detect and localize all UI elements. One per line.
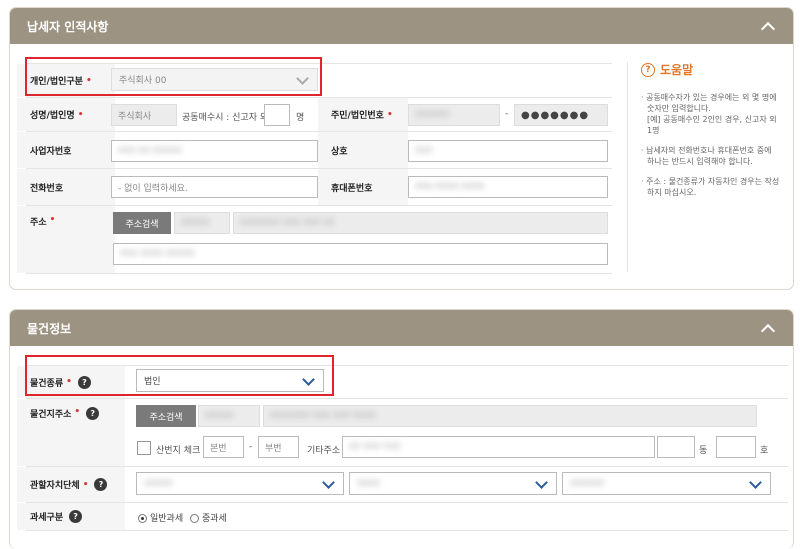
divider — [26, 273, 612, 274]
reg-front-input[interactable]: 000000 — [408, 104, 500, 126]
property-panel-title: 물건정보 — [27, 321, 72, 336]
other-address-input[interactable]: 00 000 000 — [342, 436, 655, 458]
biz-number-input[interactable]: 000-00-00000 — [111, 140, 318, 162]
biz-label: 사업자번호 — [17, 132, 115, 168]
reg-back-input[interactable]: ●●●●●●● — [514, 104, 608, 126]
heavy-tax-radio[interactable] — [190, 514, 199, 523]
highlight-box — [25, 57, 322, 96]
property-address-search-button[interactable]: 주소검색 — [136, 405, 196, 427]
general-tax-radio[interactable] — [138, 514, 147, 523]
taxtype-radio-group: 일반과세 중과세 — [138, 511, 227, 524]
help-icon[interactable]: ? — [69, 510, 83, 523]
jurisdiction-select-2[interactable]: 0000 — [349, 472, 557, 495]
name-field[interactable]: 주식회사 — [111, 104, 177, 126]
phone-label: 전화번호 — [17, 169, 115, 205]
property-address-field[interactable]: 0000000 000 000 0000 — [263, 405, 757, 427]
joint-unit: 명 — [296, 113, 305, 123]
trade-label: 상호 — [318, 132, 408, 168]
sub-number-input[interactable]: 부번 — [258, 436, 299, 458]
address-field[interactable]: 0000000 000 000 00 — [233, 212, 608, 234]
name-label: 성명/법인명 • — [17, 98, 115, 131]
property-panel: 물건정보 — [9, 309, 794, 549]
divider — [26, 466, 788, 467]
question-circle-icon: ? — [641, 62, 655, 77]
jurisdiction-select-3[interactable]: 000000 — [562, 472, 771, 495]
zip-field[interactable]: 00000 — [174, 212, 230, 234]
collapse-icon[interactable] — [761, 321, 775, 335]
help-section: ? 도움말 · 공동매수자가 있는 경우에는 외 몇 명에 숫자만 입력합니다.… — [641, 61, 781, 207]
dong-unit: 동 — [699, 446, 708, 456]
general-tax-label: 일반과세 — [150, 514, 184, 524]
chevron-down-icon — [749, 476, 762, 489]
ho-unit: 호 — [760, 446, 769, 456]
joint-buyer-text: 공동매수시 : 신고자 외 — [182, 113, 269, 123]
main-number-input[interactable]: 본번 — [203, 436, 244, 458]
dong-input[interactable] — [657, 436, 695, 458]
other-address-label: 기타주소 — [307, 446, 341, 456]
collapse-icon[interactable] — [761, 19, 775, 33]
address-search-button[interactable]: 주소검색 — [113, 212, 171, 234]
taxpayer-panel-header[interactable]: 납세자 인적사항 — [10, 8, 793, 44]
help-item: · 납세자의 전화번호나 휴대폰번호 중에 하나는 반드시 입력해야 합니다. — [641, 146, 772, 166]
property-address-label: 물건지주소 •? — [17, 399, 125, 466]
property-panel-header[interactable]: 물건정보 — [10, 310, 793, 346]
help-title: ? 도움말 — [641, 61, 781, 78]
divider — [26, 502, 788, 503]
joint-count-input[interactable] — [264, 104, 290, 126]
address-label: 주소 • — [17, 206, 115, 273]
help-divider — [627, 62, 628, 272]
jurisdiction-select-1[interactable]: 00000 — [136, 472, 344, 495]
taxpayer-panel-title: 납세자 인적사항 — [27, 19, 109, 34]
help-icon[interactable]: ? — [94, 478, 108, 491]
reg-dash: - — [505, 109, 509, 119]
help-icon[interactable]: ? — [86, 407, 100, 420]
mobile-label: 휴대폰번호 — [318, 169, 408, 205]
address-detail-input[interactable]: 000 0000 00000 — [113, 243, 608, 265]
divider — [26, 398, 788, 399]
taxtype-label: 과세구분? — [17, 503, 125, 530]
mountain-checkbox[interactable] — [137, 441, 151, 455]
highlight-box — [25, 355, 334, 396]
help-item: [예] 공동매수인 2인인 경우, 신고자 외 1명 — [647, 115, 777, 135]
jurisdiction-label: 관할자치단체 •? — [17, 467, 125, 502]
help-item: · 공동매수자가 있는 경우에는 외 몇 명에 숫자만 입력합니다. — [641, 93, 777, 113]
reg-label: 주민/법인번호 • — [318, 98, 408, 131]
mountain-label: 산번지 체크 — [156, 446, 201, 456]
chevron-down-icon — [322, 476, 335, 489]
phone-input[interactable]: - 없이 입력하세요. — [111, 176, 318, 198]
chevron-down-icon — [535, 476, 548, 489]
ho-input[interactable] — [716, 436, 756, 458]
trade-name-input[interactable]: 000 — [408, 140, 608, 162]
help-item: · 주소 : 물건종류가 자동차인 경우는 작성하지 마십시오. — [641, 177, 780, 197]
divider — [26, 530, 788, 531]
property-zip-field[interactable]: 00000 — [198, 405, 260, 427]
heavy-tax-label: 중과세 — [202, 514, 227, 524]
dash: - — [249, 442, 253, 452]
mobile-input[interactable]: 000-0000-0000 — [408, 176, 608, 198]
